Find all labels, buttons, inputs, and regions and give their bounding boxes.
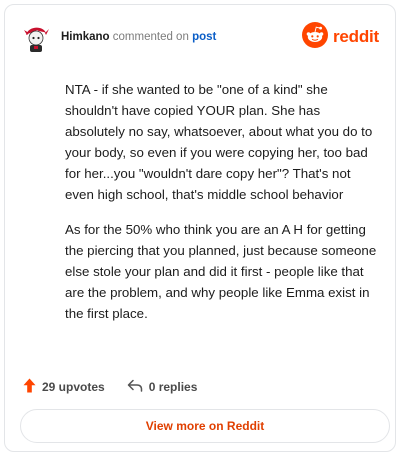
upvote-arrow-icon bbox=[23, 378, 42, 396]
commented-on-text: commented on bbox=[112, 31, 189, 43]
avatar-icon[interactable] bbox=[19, 21, 53, 55]
reply-count: 0 replies bbox=[148, 380, 198, 394]
username-link[interactable]: Himkano bbox=[61, 31, 110, 43]
post-link[interactable]: post bbox=[192, 31, 216, 43]
comment-paragraph: As for the 50% who think you are an A H … bbox=[65, 222, 377, 321]
comment-header: Himkano commented on post reddit bbox=[19, 17, 381, 57]
comment-byline: Himkano commented on post bbox=[61, 31, 216, 43]
reply-arrow-icon bbox=[127, 379, 149, 395]
upvote-count: 29 upvotes bbox=[42, 380, 105, 394]
comment-body: NTA - if she wanted to be "one of a kind… bbox=[65, 79, 383, 338]
reddit-logo-icon bbox=[301, 21, 328, 53]
reddit-wordmark: reddit bbox=[332, 27, 379, 46]
reply-button[interactable]: 0 replies bbox=[127, 379, 198, 395]
reddit-comment-card: Himkano commented on post reddit NTA - i… bbox=[4, 4, 396, 452]
upvote-button[interactable]: 29 upvotes bbox=[23, 378, 105, 396]
view-more-on-reddit-button[interactable]: View more on Reddit bbox=[20, 409, 390, 443]
comment-paragraph: NTA - if she wanted to be "one of a kind… bbox=[65, 82, 373, 202]
reddit-brand[interactable]: reddit bbox=[301, 21, 379, 53]
comment-actions: 29 upvotes 0 replies bbox=[23, 377, 197, 397]
